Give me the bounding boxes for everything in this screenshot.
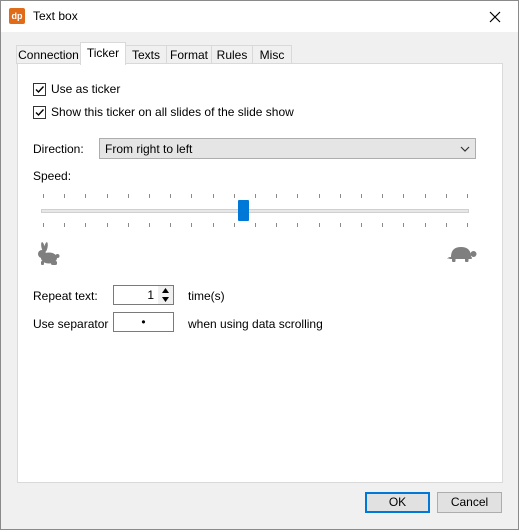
separator-value: • <box>141 315 146 329</box>
repeat-text-stepper[interactable] <box>158 285 174 305</box>
separator-suffix: when using data scrolling <box>188 317 323 331</box>
slider-tick <box>255 194 256 198</box>
slider-tick <box>85 223 86 227</box>
slider-tick <box>276 223 277 227</box>
slider-tick <box>128 194 129 198</box>
speed-slider-thumb[interactable] <box>238 200 249 221</box>
chevron-down-icon <box>460 146 470 152</box>
stepper-up-button[interactable] <box>158 286 173 295</box>
repeat-text-value: 1 <box>147 288 154 302</box>
slider-tick <box>149 223 150 227</box>
slider-tick <box>276 194 277 198</box>
cancel-button[interactable]: Cancel <box>437 492 502 513</box>
ok-button[interactable]: OK <box>365 492 430 513</box>
slider-tick <box>64 223 65 227</box>
separator-label: Use separator <box>33 317 109 331</box>
show-on-all-slides-checkbox[interactable] <box>33 106 46 119</box>
use-as-ticker-checkbox[interactable] <box>33 83 46 96</box>
stepper-down-button[interactable] <box>158 295 173 304</box>
slider-tick <box>361 223 362 227</box>
slider-tick <box>297 223 298 227</box>
slider-tick <box>107 223 108 227</box>
direction-label: Direction: <box>33 142 84 156</box>
slider-tick <box>382 223 383 227</box>
slider-tick <box>361 194 362 198</box>
slider-tick <box>64 194 65 198</box>
slider-tick <box>425 223 426 227</box>
slider-tick <box>403 223 404 227</box>
slider-tick <box>43 223 44 227</box>
text-box-dialog: dp Text box Connection Ticker Texts Form… <box>0 0 519 530</box>
slider-tick <box>297 194 298 198</box>
slider-tick <box>319 194 320 198</box>
slider-tick <box>403 194 404 198</box>
slider-tick <box>170 223 171 227</box>
direction-select[interactable]: From right to left <box>99 138 476 159</box>
slider-tick <box>191 194 192 198</box>
direction-value: From right to left <box>105 142 193 156</box>
repeat-text-input[interactable]: 1 <box>113 285 159 305</box>
slider-tick <box>170 194 171 198</box>
slider-tick <box>446 223 447 227</box>
checkmark-icon <box>35 109 45 117</box>
slider-tick <box>467 223 468 227</box>
slider-tick <box>382 194 383 198</box>
slider-tick <box>234 223 235 227</box>
slider-tick <box>128 223 129 227</box>
slider-tick <box>467 194 468 198</box>
slider-tick <box>319 223 320 227</box>
caret-down-icon <box>162 297 169 302</box>
slider-tick <box>213 194 214 198</box>
caret-up-icon <box>162 288 169 293</box>
slider-tick <box>255 223 256 227</box>
repeat-text-label: Repeat text: <box>33 289 98 303</box>
separator-input[interactable]: • <box>113 312 174 332</box>
speed-label: Speed: <box>33 169 72 183</box>
speed-slider-track[interactable] <box>41 209 469 213</box>
repeat-text-suffix: time(s) <box>188 289 225 303</box>
slider-tick <box>191 223 192 227</box>
use-as-ticker-label: Use as ticker <box>51 82 121 96</box>
slider-tick <box>234 194 235 198</box>
slider-tick <box>149 194 150 198</box>
slider-tick <box>425 194 426 198</box>
checkmark-icon <box>35 86 45 94</box>
rabbit-icon <box>38 242 60 265</box>
slider-tick <box>213 223 214 227</box>
show-on-all-slides-label: Show this ticker on all slides of the sl… <box>51 105 294 119</box>
slider-tick <box>340 194 341 198</box>
slider-tick <box>340 223 341 227</box>
turtle-icon <box>447 247 477 262</box>
slider-tick <box>43 194 44 198</box>
slider-tick <box>446 194 447 198</box>
slider-tick <box>107 194 108 198</box>
slider-tick <box>85 194 86 198</box>
